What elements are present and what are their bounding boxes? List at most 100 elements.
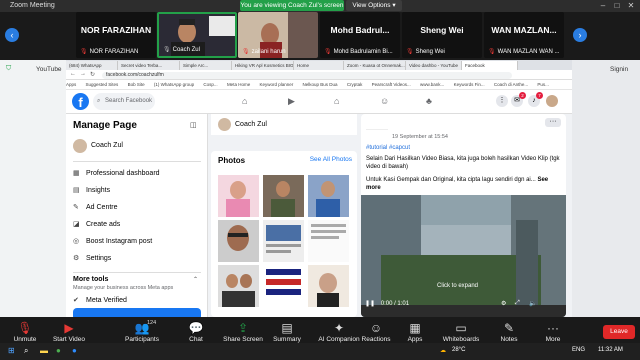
close-icon[interactable]: ✕ (624, 1, 638, 11)
page-avatar[interactable] (218, 118, 231, 131)
participant-tile[interactable]: Sheng Wei 🎙 Sheng Wei (402, 12, 482, 58)
facebook-search-input[interactable]: ⌕ Search Facebook (93, 93, 155, 110)
browser-tab[interactable]: Zoom - Kuasa ot Onnemak... (344, 61, 406, 70)
zoom-app-icon[interactable]: ● (72, 346, 77, 355)
photo-thumbnail[interactable] (263, 265, 304, 307)
file-explorer-icon[interactable]: ▬ (40, 346, 48, 355)
participant-tile[interactable]: WAN MAZLAN... 🎙 WAN MAZLAN WAN ... (484, 12, 564, 58)
notes-label: Notes (500, 336, 518, 343)
reload-icon[interactable]: ↻ (90, 71, 95, 78)
more-options-icon[interactable]: ··· (545, 118, 561, 127)
gaming-icon[interactable]: ♣ (426, 96, 432, 106)
participant-tile[interactable]: NOR FARAZIHAN 🎙 NOR FARAZIHAN (76, 12, 156, 58)
browser-tab[interactable]: Secret video Terba... (118, 61, 180, 70)
marketplace-icon[interactable]: ⌂ (334, 96, 339, 106)
settings-icon[interactable]: ⚙ (501, 300, 506, 307)
chrome-icon[interactable]: ● (56, 346, 61, 355)
facebook-logo-icon[interactable]: f (72, 93, 89, 110)
participant-tile[interactable]: 🎙 zailani harun (238, 12, 318, 58)
maximize-icon[interactable]: □ (610, 1, 624, 11)
avatar[interactable] (546, 95, 558, 107)
forward-icon[interactable]: → (80, 71, 86, 77)
groups-icon[interactable]: ☺ (380, 96, 389, 106)
browser-tab[interactable]: Hiking VR Apl Kosmetics BIG... (232, 61, 294, 70)
video-icon[interactable]: ▶ (288, 96, 295, 107)
divider (366, 129, 388, 130)
volume-icon[interactable]: 🔈 (529, 300, 536, 307)
messenger-icon[interactable]: ✉ 2 (511, 92, 526, 107)
chevron-up-icon[interactable]: ⌃ (193, 276, 198, 283)
participant-tile[interactable]: Mohd Badrul... 🎙 Mohd Badrulamin Bi... (320, 12, 400, 58)
bookmark-item[interactable]: Apps (66, 82, 76, 87)
click-to-expand-label[interactable]: Click to expand (437, 283, 478, 289)
gallery-prev-icon[interactable]: ‹ (5, 28, 19, 42)
gallery-next-icon[interactable]: › (573, 28, 587, 42)
photo-thumbnail[interactable] (263, 220, 304, 262)
menu-item-label: Settings (86, 255, 112, 262)
menu-item-ad-centre[interactable]: ✎ Ad Centre (73, 203, 118, 211)
bookmark-item[interactable]: Keyword planner (259, 82, 293, 87)
browser-tab[interactable]: Video dashbo - YouTube (406, 61, 462, 70)
search-icon[interactable]: ⌕ (24, 346, 28, 356)
whiteboard-icon: ▭ (455, 321, 467, 335)
browser-tab-active[interactable]: Facebook (462, 61, 518, 70)
participant-name: WAN MAZLAN WAN ... (497, 49, 560, 55)
notifications-icon[interactable]: ♪ 7 (528, 92, 543, 107)
view-options-button[interactable]: View Options ▾ (346, 0, 402, 11)
windows-start-icon[interactable]: ⊞ (8, 346, 15, 355)
photo-thumbnail[interactable] (218, 175, 259, 217)
bookmark-item[interactable]: Pearscraft Videos... (372, 82, 411, 87)
more-tools-heading[interactable]: More tools (73, 276, 108, 283)
menu-grid-icon[interactable]: ⋮ (496, 95, 508, 107)
menu-item-insights[interactable]: ▤ Insights (73, 186, 110, 194)
participant-tile[interactable]: 🎙 Coach Zul (157, 12, 237, 58)
leave-button[interactable]: Leave (603, 325, 635, 339)
post-date[interactable]: 19 September at 15:54 (392, 134, 448, 140)
pause-icon[interactable]: ❚❚ (365, 301, 375, 307)
photo-thumbnail[interactable] (218, 220, 259, 262)
bookmark-item[interactable]: Cosp... (203, 82, 217, 87)
post-video[interactable]: Click to expand ❚❚ 0:00 / 1:01 ⚙ ⤢ 🔈 (361, 195, 566, 317)
bookmark-item[interactable]: Nelkoup Bus Dua (303, 82, 338, 87)
bookmark-item[interactable]: Keywords Fin... (454, 82, 485, 87)
bookmark-item[interactable]: (1) WhatsApp group (154, 82, 194, 87)
page-avatar[interactable] (73, 139, 87, 153)
bookmark-item[interactable]: Coach di Anthe... (494, 82, 528, 87)
language-indicator[interactable]: ENG (572, 347, 585, 353)
browser-tab[interactable]: Home (294, 61, 344, 70)
bookmark-item[interactable]: Suggested Sites (86, 82, 119, 87)
photo-thumbnail[interactable] (308, 265, 349, 307)
menu-item-create-ads[interactable]: ◪ Create ads (73, 220, 120, 228)
menu-item-settings[interactable]: ⚙ Settings (73, 254, 111, 262)
menu-item-boost-instagram[interactable]: ◎ Boost Instagram post (73, 237, 152, 245)
bookmark-item[interactable]: Bob Site (128, 82, 145, 87)
menu-item-label: Professional dashboard (86, 170, 160, 177)
clock[interactable]: 11:32 AM (598, 347, 623, 353)
photo-thumbnail[interactable] (263, 175, 304, 217)
see-all-photos-link[interactable]: See All Photos (310, 156, 352, 163)
page-header-name[interactable]: Coach Zul (235, 121, 267, 128)
bookmark-item[interactable]: Cryptak (347, 82, 363, 87)
menu-item-professional-dashboard[interactable]: ▦ Professional dashboard (73, 169, 160, 177)
page-name[interactable]: Coach Zul (91, 142, 123, 149)
promote-button[interactable] (73, 308, 201, 317)
collapse-panel-icon[interactable]: ◫ (190, 121, 197, 129)
notes-icon: ✎ (503, 321, 515, 335)
bookmark-item[interactable]: www.bank... (420, 82, 444, 87)
browser-tab[interactable]: Simple Arc... (180, 61, 232, 70)
post-hashtags[interactable]: #tutorial #capcut (366, 145, 410, 151)
photo-thumbnail[interactable] (218, 265, 259, 307)
bookmark-item[interactable]: Pus... (537, 82, 549, 87)
url-input[interactable]: facebook.com/coachzulfm (102, 72, 512, 79)
minimize-icon[interactable]: – (596, 1, 610, 11)
fullscreen-icon[interactable]: ⤢ (515, 300, 520, 307)
home-icon[interactable]: ⌂ (242, 96, 247, 106)
browser-tab[interactable]: (684) WhatsApp (66, 61, 118, 70)
participants-icon: 👥 (134, 321, 150, 335)
photo-thumbnail[interactable] (308, 220, 349, 262)
photo-thumbnail[interactable] (308, 175, 349, 217)
manage-page-sidebar: Manage Page ◫ Coach Zul ▦ Professional da… (66, 114, 208, 317)
bookmark-item[interactable]: Meta Home (227, 82, 250, 87)
menu-item-meta-verified[interactable]: ✔ Meta Verified (73, 296, 127, 304)
back-icon[interactable]: ← (70, 71, 76, 77)
